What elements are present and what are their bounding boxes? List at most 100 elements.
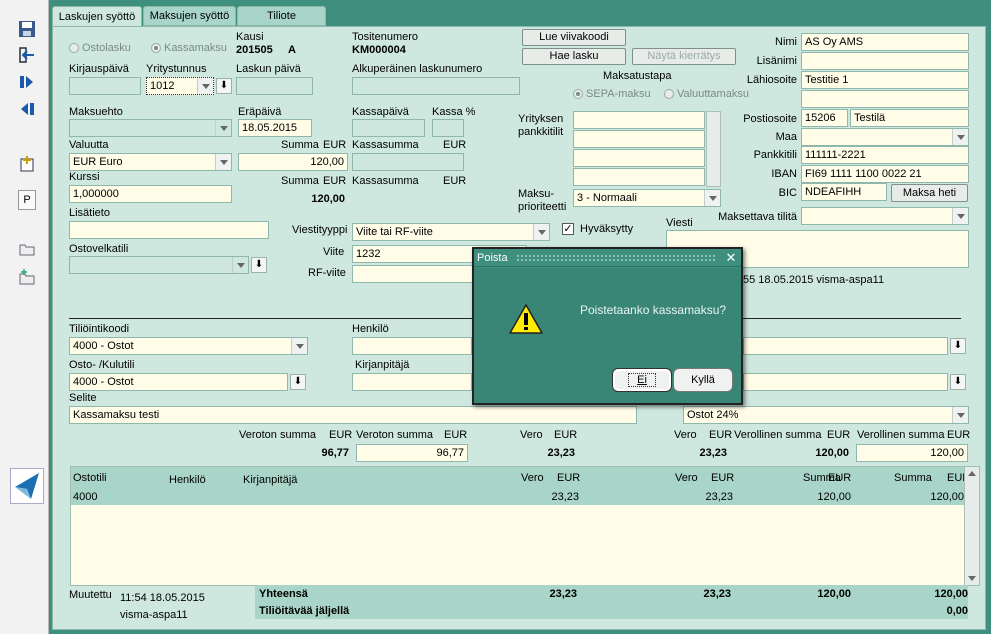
erapaiva-input[interactable]: 18.05.2015 [238,119,312,137]
tositenumero-value: KM000004 [352,44,406,56]
modified-peek-text: 55 18.05.2015 visma-aspa11 [743,274,885,286]
osto-kulutili-lookup-icon[interactable]: ⬇ [290,374,306,390]
maksu-label: Maksu- [518,188,555,200]
verollinen-summa-label: Verollinen summa [734,429,822,441]
verollinen-summa-input[interactable]: 120,00 [856,444,968,462]
tiliointikoodi-select[interactable]: 4000 - Ostot [69,337,308,355]
kassamaksu-radio[interactable] [151,43,161,53]
totals-bar [255,585,968,619]
henkilo-input[interactable] [352,337,472,355]
grid-scrollbar[interactable] [964,467,979,585]
summa-input[interactable]: 120,00 [238,153,348,171]
yritystunnus-lookup-icon[interactable]: ⬇ [216,78,232,94]
verollinen-eur-label: EUR [827,429,851,441]
kausi-label: Kausi [236,31,264,43]
save-icon[interactable] [16,20,38,40]
ostovelkatili-select[interactable] [69,256,249,274]
valuuttamaksu-radio[interactable] [664,89,674,99]
add-record-icon[interactable] [16,155,38,175]
close-icon[interactable]: ✕ [724,250,738,265]
valuutta-select[interactable]: EUR Euro [69,153,232,171]
left-toolbar: P [0,0,49,634]
pankkitilit-scrollbar[interactable] [706,111,721,187]
lahiosoite-label: Lähiosoite [746,74,797,86]
pankkitili-input[interactable]: 111111-2221 [801,146,969,164]
sepa-label: SEPA-maksu [586,88,651,100]
laskun-paiva-input[interactable] [236,77,313,95]
veroton-summa-label: Veroton summa [239,429,317,441]
lue-viivakoodi-button[interactable]: Lue viivakoodi [522,29,626,46]
ostolasku-radio[interactable] [69,43,79,53]
verollinen-summa-label-2: Verollinen summa [857,429,945,441]
maksettava-tilita-select[interactable] [801,207,969,225]
kassapaiva-input[interactable] [352,119,425,137]
kassa-pct-input[interactable] [432,119,464,137]
dialog-body: Poistetaanko kassamaksu? Ei Kyllä [474,268,741,403]
kirjanpitaja-right-input[interactable] [743,373,948,391]
kirjanpitaja-right-lookup-icon[interactable]: ⬇ [950,374,966,390]
maksuprioriteetti-select[interactable]: 3 - Normaali [573,189,721,207]
row-vero2: 23,23 [705,491,733,503]
alkuperainen-laskunumero-input[interactable] [352,77,520,95]
iban-label: IBAN [771,168,797,180]
yrityksen-label: Yrityksen [518,113,564,125]
lisatieto-input[interactable] [69,221,269,239]
maksuehto-label: Maksuehto [69,106,123,118]
kassa-pct-label: Kassa % [432,106,476,118]
kurssi-input[interactable]: 1,000000 [69,185,232,203]
bic-input[interactable]: NDEAFIHH [801,183,887,201]
kausi-value: 201505 [236,44,273,56]
next-record-icon[interactable] [16,73,38,93]
row-vero1: 23,23 [551,491,579,503]
muutettu-time: 11:54 18.05.2015 [120,592,205,604]
hyvaksytty-checkbox[interactable]: ✓ [562,223,574,235]
pankkitili-label: Pankkitili [753,149,797,161]
tab-tiliote[interactable]: Tiliote [237,6,326,26]
vero-static-value-2: 23,23 [699,447,727,459]
p-button[interactable]: P [18,190,36,210]
kassasumma-input[interactable] [352,153,464,171]
lisanimi-input[interactable] [801,52,969,70]
vero-select[interactable]: Ostot 24% [683,406,969,424]
postitoimipaikka-input[interactable]: Testilä [850,109,969,127]
kylla-button[interactable]: Kyllä [673,368,733,392]
hae-lasku-button[interactable]: Hae lasku [522,48,626,65]
postinumero-input[interactable]: 15206 [801,109,848,127]
nimi-input[interactable]: AS Oy AMS [801,33,969,51]
sepa-radio[interactable] [573,89,583,99]
folder-add-icon[interactable] [16,268,38,288]
ostovelkatili-lookup-icon[interactable]: ⬇ [251,257,267,273]
iban-input[interactable]: FI69 1111 1100 0022 21 [801,165,969,183]
table-row[interactable]: 4000 23,23 23,23 120,00 120,00 [71,489,964,505]
maksuehto-select[interactable] [69,119,232,137]
lahiosoite-input-2[interactable] [801,90,969,108]
vero-eur-label-2: EUR [709,429,733,441]
maksa-heti-button[interactable]: Maksa heti [891,184,968,202]
veroton-summa-input[interactable]: 96,77 [356,444,468,462]
total-summa2: 120,00 [934,588,968,600]
henkilo-right-input[interactable] [743,337,948,355]
kassamaksu-label: Kassamaksu [164,42,227,54]
dialog-titlebar[interactable]: Poista ✕ [474,249,741,267]
lahiosoite-input[interactable]: Testitie 1 [801,71,969,89]
tab-maksujen-syotto[interactable]: Maksujen syöttö [143,6,236,26]
yritystunnus-input[interactable]: 1012 [146,77,214,95]
selite-input[interactable]: Kassamaksu testi [69,406,637,424]
rf-viite-label: RF-viite [308,267,346,279]
maa-select[interactable] [801,128,969,146]
viestityyppi-select[interactable]: Viite tai RF-viite [352,223,550,241]
grid-header: Ostotili Henkilö Kirjanpitäjä Vero EUR V… [71,467,970,489]
exit-icon[interactable] [16,46,38,66]
previous-record-icon[interactable] [16,100,38,120]
ei-button[interactable]: Ei [612,368,672,392]
kirjanpitaja-input[interactable] [352,373,472,391]
kassasumma-eur-label: EUR [443,139,467,151]
osto-kulutili-select[interactable]: 4000 - Ostot [69,373,288,391]
henkilo-right-lookup-icon[interactable]: ⬇ [950,338,966,354]
folder-icon[interactable] [16,240,38,260]
kirjauspaiva-input[interactable] [69,77,141,95]
tab-laskujen-syotto[interactable]: Laskujen syöttö [52,6,142,27]
total-summa1: 120,00 [817,588,851,600]
viite-label: Viite [323,246,345,258]
pankkitilit-list[interactable] [573,111,721,187]
